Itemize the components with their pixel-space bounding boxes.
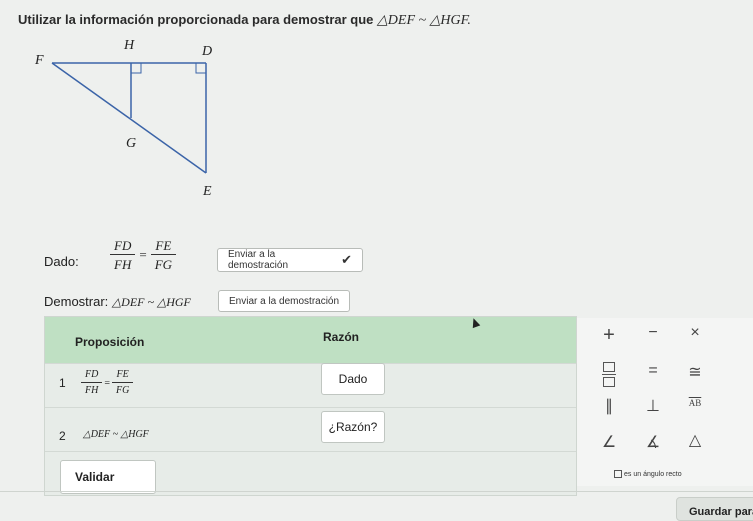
row-1-statement[interactable]: FD FH = FE FG (81, 369, 134, 397)
save-label: Guardar para (689, 506, 753, 518)
perpendicular-symbol-button[interactable]: ⊥ (633, 396, 673, 416)
parallel-symbol-button[interactable]: ∥ (589, 396, 629, 416)
square-icon (614, 470, 622, 478)
given-numerator-left: FD (114, 238, 132, 253)
given-denominator-right: FG (154, 256, 173, 272)
validate-button[interactable]: Validar (60, 460, 156, 494)
equals-symbol-button[interactable]: = (633, 362, 673, 380)
measured-angle-symbol-button[interactable]: ∡ (633, 432, 673, 452)
row-1-equals: = (104, 377, 110, 389)
label-h: H (124, 38, 135, 53)
label-f: F (35, 53, 44, 68)
plus-symbol-button[interactable]: + (589, 324, 629, 347)
given-denominator-left: FH (114, 256, 132, 272)
symbol-palette: + − × = ≅ ∥ ⊥ AB ∠ ∡ △ (577, 318, 753, 486)
given-equation: FD FH = FE FG (110, 238, 177, 272)
angle-symbol-button[interactable]: ∠ (589, 432, 629, 452)
given-label: Dado: (44, 254, 79, 269)
fraction-symbol-button[interactable] (589, 362, 629, 387)
congruent-symbol-button[interactable]: ≅ (675, 362, 715, 382)
header-proposition: Proposición (75, 335, 145, 349)
row-1-den-left: FH (85, 384, 99, 396)
row-1-num-left: FD (85, 369, 99, 380)
prove-expression: △DEF ~ △HGF (111, 295, 191, 309)
send-given-button[interactable]: Enviar a la demostración ✔ (217, 248, 363, 272)
row-2-number: 2 (59, 429, 66, 443)
label-d: D (202, 44, 213, 59)
instruction-prefix: Utilizar la información proporcionada pa… (18, 12, 374, 27)
minus-symbol-button[interactable]: − (633, 324, 673, 342)
row-1-number: 1 (59, 376, 66, 390)
check-icon: ✔ (341, 252, 352, 267)
proof-table-header: Proposición Razón (45, 317, 576, 363)
header-reason: Razón (323, 330, 359, 344)
given-fraction-right: FE FG (150, 238, 177, 272)
send-prove-label: Enviar a la demostración (229, 295, 340, 307)
send-prove-button[interactable]: Enviar a la demostración (218, 290, 351, 312)
instruction-title: Utilizar la información proporcionada pa… (18, 12, 471, 29)
label-g: G (126, 136, 137, 151)
given-numerator-right: FE (155, 238, 172, 253)
save-button[interactable]: Guardar para (676, 497, 753, 521)
row-1-reason[interactable]: Dado (321, 363, 385, 395)
row-1-den-right: FG (115, 384, 130, 396)
triangle-symbol-button[interactable]: △ (675, 430, 715, 450)
row-2-reason-label: ¿Razón? (328, 420, 378, 434)
segment-symbol-button[interactable]: AB (675, 398, 715, 408)
instruction-expression: △DEF ~ △HGF. (377, 13, 471, 28)
times-symbol-button[interactable]: × (675, 324, 715, 342)
prove-label: Demostrar: △DEF ~ △HGF (44, 294, 191, 310)
prove-label-text: Demostrar: (44, 294, 109, 309)
send-given-label: Enviar a la demostración (228, 249, 289, 271)
given-equals: = (139, 247, 147, 263)
given-fraction-left: FD FH (110, 238, 136, 272)
row-2-reason[interactable]: ¿Razón? (321, 411, 385, 443)
row-1-num-right: FE (116, 369, 129, 380)
row-2-statement[interactable]: △DEF ~ △HGF (83, 429, 149, 440)
row-1-fraction-right: FE FG (111, 369, 134, 397)
right-angle-note-text: es un ángulo recto (624, 470, 682, 478)
row-1-fraction-left: FD FH (81, 369, 103, 397)
validate-label: Validar (75, 470, 115, 484)
right-angle-note: es un ángulo recto (614, 470, 682, 478)
label-e: E (203, 184, 212, 199)
row-1-reason-label: Dado (338, 372, 368, 386)
